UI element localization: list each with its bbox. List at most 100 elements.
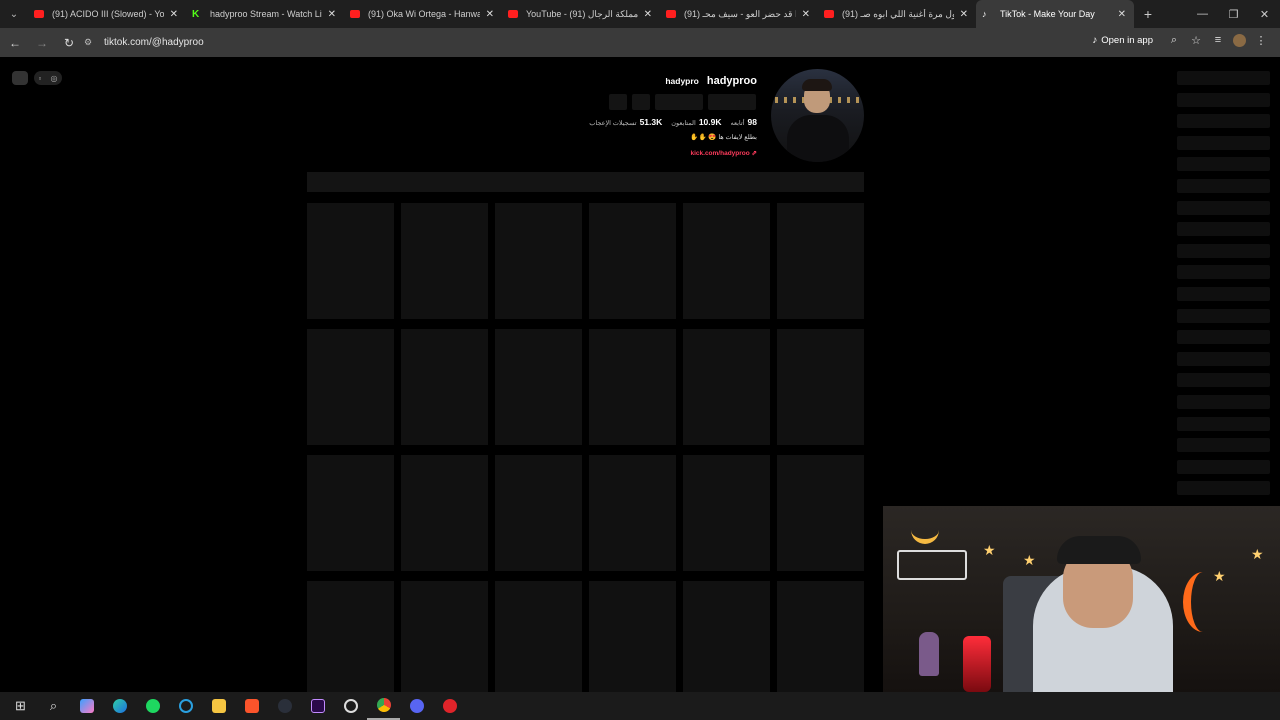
- video-thumbnail-skeleton[interactable]: [683, 203, 770, 319]
- video-thumbnail-skeleton[interactable]: [401, 329, 488, 445]
- windows-start-icon[interactable]: ⊞: [4, 692, 37, 720]
- browser-tab[interactable]: (91) لأول مرة أغنية اللي ابوه صـ ✕: [818, 0, 976, 28]
- zoom-icon[interactable]: ⌕: [1163, 34, 1185, 47]
- tiktok-icon: ♪: [1092, 35, 1098, 46]
- action-button-skeleton[interactable]: [632, 94, 650, 110]
- video-thumbnail-skeleton[interactable]: [683, 329, 770, 445]
- youtube-icon: [824, 10, 834, 18]
- app-icon[interactable]: [334, 692, 367, 720]
- media-control-icon[interactable]: ≡: [1207, 34, 1229, 47]
- action-button-skeleton[interactable]: [655, 94, 703, 110]
- video-thumbnail-skeleton[interactable]: [683, 455, 770, 571]
- ccleaner-icon[interactable]: [169, 692, 202, 720]
- sidebar-skeleton-row: [1177, 114, 1270, 129]
- stat-likes: 51.3Kتسجيلات الإعجاب: [589, 117, 662, 127]
- close-window-icon[interactable]: ✕: [1249, 0, 1280, 28]
- video-thumbnail-skeleton[interactable]: [307, 581, 394, 697]
- bookmark-star-icon[interactable]: ☆: [1185, 34, 1207, 47]
- floating-control-icon[interactable]: [12, 71, 28, 85]
- close-tab-icon[interactable]: ✕: [960, 9, 968, 20]
- sidebar-skeleton-row: [1177, 286, 1270, 301]
- headset: [1057, 536, 1141, 564]
- stat-followers[interactable]: 10.9Kالمتابعون: [671, 117, 721, 127]
- crescent-decoration: [911, 524, 939, 544]
- edge-icon[interactable]: [103, 692, 136, 720]
- brave-icon[interactable]: [235, 692, 268, 720]
- premiere-icon[interactable]: [301, 692, 334, 720]
- video-thumbnail-skeleton[interactable]: [777, 203, 864, 319]
- file-explorer-icon[interactable]: [202, 692, 235, 720]
- browser-tab[interactable]: K hadyproo Stream - Watch Live ✕: [186, 0, 344, 28]
- record-icon[interactable]: [433, 692, 466, 720]
- browser-tab[interactable]: (91) Oka Wi Ortega - Hanwala ✕: [344, 0, 502, 28]
- video-thumbnail-skeleton[interactable]: [401, 581, 488, 697]
- close-tab-icon[interactable]: ✕: [1118, 9, 1126, 20]
- video-thumbnail-skeleton[interactable]: [683, 581, 770, 697]
- close-tab-icon[interactable]: ✕: [328, 9, 336, 20]
- browser-tab[interactable]: (91) عذرا قد حضر العو - سيف محـ ✕: [660, 0, 818, 28]
- video-thumbnail-skeleton[interactable]: [307, 203, 394, 319]
- minimize-icon[interactable]: —: [1187, 0, 1218, 28]
- spotify-glyph: [145, 699, 160, 713]
- action-button-skeleton[interactable]: [708, 94, 756, 110]
- discord-icon[interactable]: [400, 692, 433, 720]
- video-thumbnail-skeleton[interactable]: [495, 581, 582, 697]
- browser-tab[interactable]: YouTube - (91) مملكة الرجال ✕: [502, 0, 660, 28]
- url-input[interactable]: [104, 37, 704, 48]
- star-light: ★: [1213, 568, 1226, 584]
- shelf-decoration: [897, 550, 967, 580]
- video-thumbnail-skeleton[interactable]: [777, 455, 864, 571]
- video-thumbnail-skeleton[interactable]: [777, 581, 864, 697]
- close-tab-icon[interactable]: ✕: [802, 9, 810, 20]
- search-icon[interactable]: ⌕: [37, 692, 70, 720]
- video-thumbnail-skeleton[interactable]: [307, 329, 394, 445]
- address-bar[interactable]: ⚙: [80, 31, 1200, 54]
- video-thumbnail-skeleton[interactable]: [307, 455, 394, 571]
- video-thumbnail-skeleton[interactable]: [777, 329, 864, 445]
- tab-title: (91) Oka Wi Ortega - Hanwala: [368, 9, 480, 19]
- video-thumbnail-skeleton[interactable]: [495, 203, 582, 319]
- browser-tab[interactable]: (91) ACIDO III (Slowed) - YouTube ✕: [28, 0, 186, 28]
- floating-toggle[interactable]: ▫ ◎: [34, 71, 62, 85]
- sidebar-skeleton-row: [1177, 351, 1270, 366]
- sidebar-skeleton-row: [1177, 265, 1270, 280]
- action-button-skeleton[interactable]: [609, 94, 627, 110]
- reload-icon[interactable]: ↻: [57, 36, 81, 50]
- restore-icon[interactable]: ❐: [1218, 0, 1249, 28]
- video-thumbnail-skeleton[interactable]: [401, 203, 488, 319]
- video-grid: [307, 203, 864, 697]
- video-thumbnail-skeleton[interactable]: [401, 455, 488, 571]
- new-tab-button[interactable]: +: [1134, 6, 1162, 22]
- video-thumbnail-skeleton[interactable]: [589, 203, 676, 319]
- site-info-icon[interactable]: ⚙: [80, 37, 96, 48]
- copilot-icon[interactable]: [70, 692, 103, 720]
- spotify-icon[interactable]: [136, 692, 169, 720]
- close-tab-icon[interactable]: ✕: [486, 9, 494, 20]
- profile-action-buttons: [609, 94, 756, 110]
- open-in-app-button[interactable]: ♪ Open in app: [1092, 35, 1153, 46]
- video-thumbnail-skeleton[interactable]: [589, 581, 676, 697]
- close-tab-icon[interactable]: ✕: [170, 9, 178, 20]
- video-thumbnail-skeleton[interactable]: [589, 329, 676, 445]
- profile-link[interactable]: kick.com/hadyproo ⇗: [690, 149, 757, 157]
- menu-kebab-icon[interactable]: ⋮: [1250, 34, 1272, 47]
- video-thumbnail-skeleton[interactable]: [495, 329, 582, 445]
- back-icon[interactable]: ←: [3, 36, 27, 50]
- video-thumbnail-skeleton[interactable]: [495, 455, 582, 571]
- profile-avatar-icon[interactable]: [1233, 34, 1246, 47]
- window-controls: — ❐ ✕: [1187, 0, 1280, 28]
- close-tab-icon[interactable]: ✕: [644, 9, 652, 20]
- forward-icon[interactable]: →: [30, 36, 54, 50]
- profile-avatar[interactable]: [771, 69, 864, 162]
- video-thumbnail-skeleton[interactable]: [589, 455, 676, 571]
- stat-following[interactable]: 98أتابعه: [731, 117, 758, 127]
- browser-tab-active[interactable]: ♪ TikTok - Make Your Day ✕: [976, 0, 1134, 28]
- tab-title: (91) عذرا قد حضر العو - سيف محـ: [684, 8, 796, 19]
- steam-icon[interactable]: [268, 692, 301, 720]
- tab-search-chevron-icon[interactable]: ⌄: [0, 0, 28, 28]
- star-light: ★: [1023, 552, 1036, 568]
- sidebar-skeleton-row: [1177, 200, 1270, 215]
- chrome-icon[interactable]: [367, 692, 400, 720]
- tiktok-icon: ♪: [982, 9, 987, 19]
- youtube-icon: [350, 10, 360, 18]
